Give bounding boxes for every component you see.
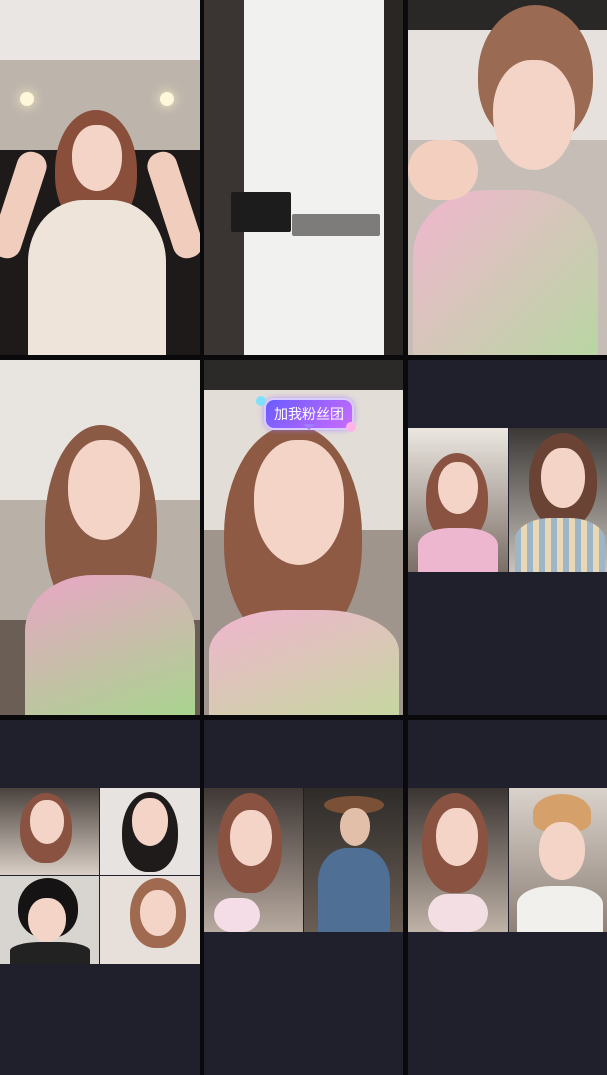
guest-face: [541, 448, 585, 508]
stream-tile-1[interactable]: [0, 0, 200, 355]
light-switch-strip: [292, 214, 380, 236]
co-host-panel: [509, 788, 607, 932]
co-host-panel: [304, 788, 403, 932]
guest-face: [539, 822, 585, 880]
guest-face: [28, 898, 66, 942]
guest-face: [140, 890, 176, 936]
streamer-face: [30, 800, 64, 844]
co-host-panel: [204, 788, 303, 932]
streamer-face: [72, 125, 122, 191]
streamer-pink-top: [413, 190, 598, 355]
guest-shirt: [517, 886, 603, 932]
stream-tile-3[interactable]: [408, 0, 607, 355]
stream-tile-9[interactable]: [408, 720, 607, 1075]
stream-tile-7[interactable]: [0, 720, 200, 1075]
co-host-panel: [408, 428, 508, 572]
stream-tile-4[interactable]: [0, 360, 200, 715]
room-wall: [204, 0, 403, 355]
co-host-panel: [100, 788, 200, 875]
fan-club-badge[interactable]: 加我粉丝团: [264, 398, 354, 430]
streamer-top: [418, 528, 498, 572]
stream-tile-6[interactable]: [408, 360, 607, 715]
ceiling-light: [160, 92, 174, 106]
guest-face: [340, 808, 370, 846]
sparkle-icon: [346, 422, 356, 432]
plush-toy: [214, 898, 260, 932]
guest-face: [132, 798, 168, 846]
co-host-panel: [509, 428, 607, 572]
wall-control-panel: [231, 192, 291, 232]
ceiling-light: [20, 92, 34, 106]
streamer-face: [438, 462, 478, 514]
streamer-pink-top: [25, 575, 195, 715]
stream-tile-2[interactable]: [204, 0, 403, 355]
streamer-face: [230, 810, 272, 866]
streamer-blouse: [28, 200, 166, 355]
streamer-pink-top: [209, 610, 399, 715]
co-host-panel: [100, 876, 200, 964]
plush-toy: [428, 894, 488, 932]
streamer-face: [493, 60, 575, 170]
co-host-panel: [408, 788, 508, 932]
stream-tile-8[interactable]: [204, 720, 403, 1075]
streamer-face: [436, 808, 478, 866]
streamer-face: [254, 440, 344, 565]
streamer-face: [68, 440, 140, 540]
streamer-arm: [408, 140, 478, 200]
co-host-panel: [0, 788, 99, 875]
guest-top: [10, 942, 90, 964]
stream-tile-5[interactable]: 加我粉丝团: [204, 360, 403, 715]
denim-shirt: [318, 848, 390, 932]
co-host-panel: [0, 876, 99, 964]
guest-shirt: [515, 518, 605, 572]
sparkle-icon: [256, 396, 266, 406]
